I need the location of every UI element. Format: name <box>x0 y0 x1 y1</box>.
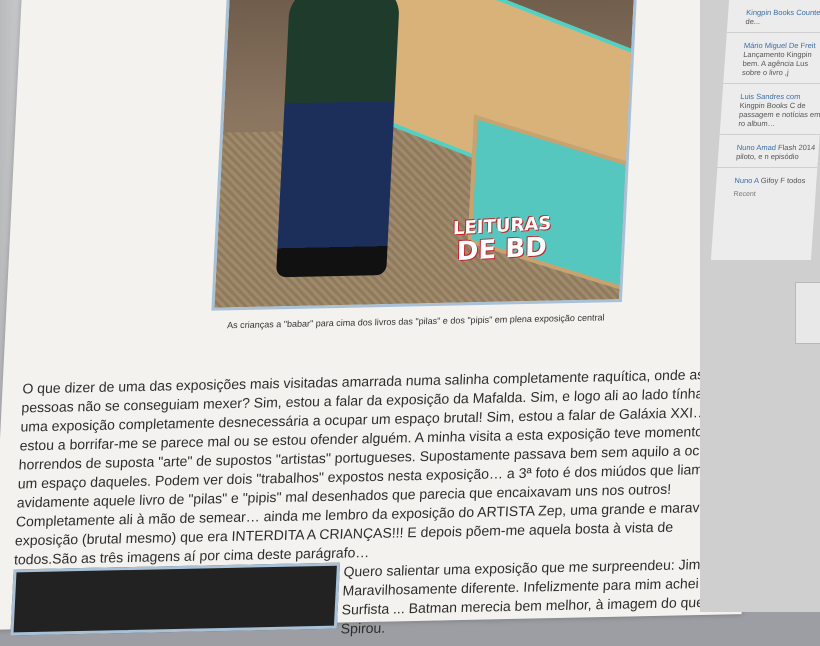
comment-item[interactable]: Nuno A Gifoy F todos <box>734 176 817 185</box>
comment-text: de... <box>745 17 761 26</box>
comment-text: Lançamento Kingpin bem. A agência Lus so… <box>741 50 812 77</box>
article-paragraph-1: O que dizer de uma das exposições mais v… <box>13 366 737 568</box>
recent-comments-widget: Kingpin Books Counter de... Mário Miguel… <box>710 0 820 260</box>
photo-child-figure <box>275 0 401 278</box>
exhibition-photo[interactable]: LEITURAS DE BD <box>211 0 638 311</box>
sidebar-widget-tab[interactable] <box>795 282 820 344</box>
comment-item[interactable]: Nuno Amad Flash 2014 piloto, e n episódi… <box>736 143 819 161</box>
watermark-logo: LEITURAS DE BD <box>452 213 552 267</box>
comment-author[interactable]: Luis Sandres com <box>740 92 801 101</box>
comment-item[interactable]: Kingpin Books Counter de... <box>745 8 820 26</box>
divider <box>719 134 820 135</box>
photo-caption: As crianças a "babar" para cima dos livr… <box>226 312 605 331</box>
comment-item[interactable]: Luis Sandres com Kingpin Books C de pass… <box>738 92 820 128</box>
divider <box>717 167 818 168</box>
comment-author[interactable]: Kingpin Books Counter <box>746 8 820 17</box>
next-image-thumbnail[interactable] <box>10 562 341 636</box>
comment-author[interactable]: Nuno A <box>734 176 759 185</box>
comment-author[interactable]: Nuno Amad <box>736 143 776 152</box>
comment-text: Gifoy F todos <box>760 176 806 185</box>
comment-text: Kingpin Books C de passagem e notícias e… <box>738 101 820 128</box>
comment-author[interactable]: Mário Miguel De Freit <box>744 41 816 50</box>
comment-item[interactable]: Mário Miguel De Freit Lançamento Kingpin… <box>742 41 820 77</box>
divider <box>723 83 820 84</box>
article-page: LEITURAS DE BD As crianças a "babar" par… <box>0 0 773 637</box>
recent-link[interactable]: Recent <box>733 191 815 198</box>
logo-line2: DE BD <box>456 232 547 267</box>
divider <box>726 32 820 33</box>
